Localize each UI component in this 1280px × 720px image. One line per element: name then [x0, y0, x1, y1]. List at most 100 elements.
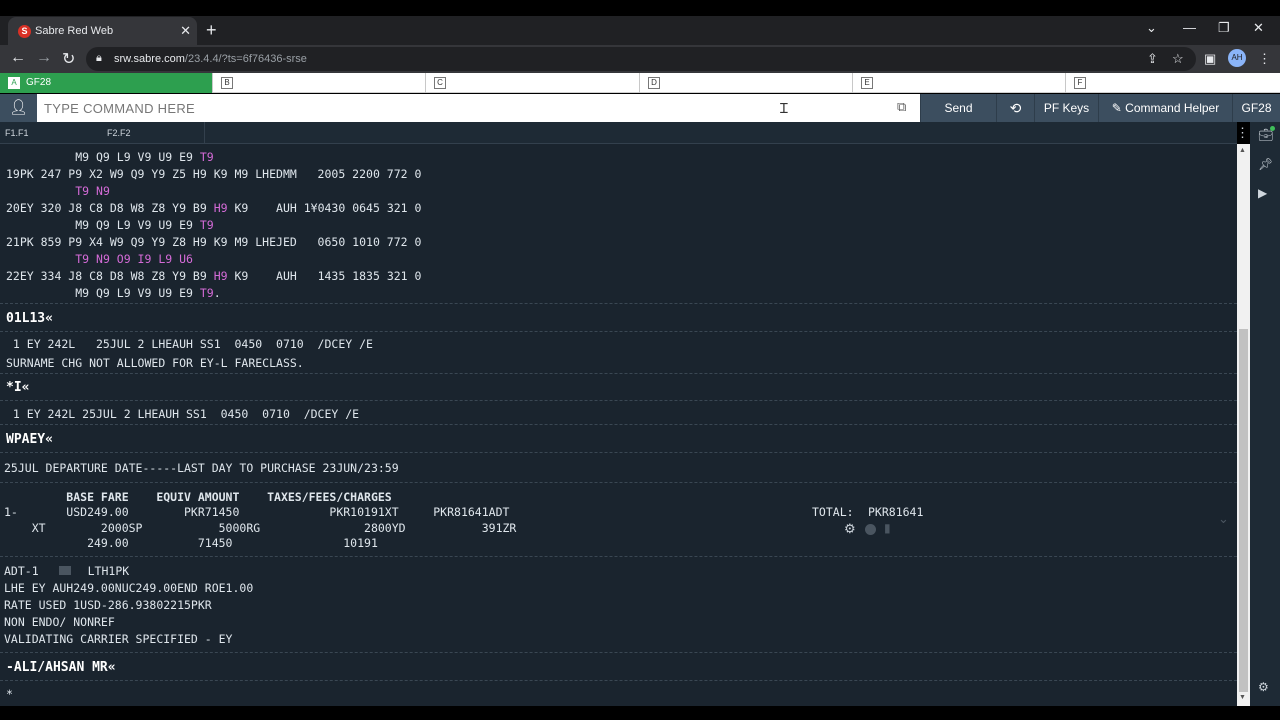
user-icon[interactable]: 👤︎	[0, 94, 37, 122]
availability-line: M9 Q9 L9 V9 U9 E9 T9	[6, 150, 214, 164]
history-icon[interactable]: ⟲	[996, 94, 1034, 122]
response-divider	[0, 652, 1237, 653]
settings-icon[interactable]: ⚙	[1258, 680, 1269, 694]
response-divider	[0, 373, 1237, 374]
terminal-prompt[interactable]: *	[6, 687, 13, 703]
work-area-a[interactable]: A GF28	[0, 73, 213, 93]
availability-line: M9 Q9 L9 V9 U9 E9 T9.	[6, 286, 221, 300]
browser-tab[interactable]: S Sabre Red Web ✕	[8, 17, 197, 45]
response-divider	[0, 400, 1237, 401]
availability-line: M9 Q9 L9 V9 U9 E9 T9	[6, 218, 214, 232]
bookmark-icon[interactable]: ▮	[884, 521, 891, 535]
surname-message: SURNAME CHG NOT ALLOWED FOR EY-L FARECLA…	[6, 356, 304, 370]
profile-avatar[interactable]: AH	[1228, 49, 1246, 67]
chevron-down-icon[interactable]: ⌄	[1218, 511, 1229, 527]
pcc-button[interactable]: GF28	[1232, 94, 1280, 122]
adt-label: ADT-1	[4, 564, 39, 578]
availability-line: T9 N9	[75, 184, 110, 198]
availability-line: 22EY 334 J8 C8 D8 W8 Z8 Y9 B9 H9 K9 AUH …	[6, 269, 422, 283]
divider	[204, 122, 205, 144]
validating-carrier-line: VALIDATING CARRIER SPECIFIED - EY	[4, 632, 233, 646]
f2-key[interactable]: F2.F2	[107, 128, 131, 138]
function-key-bar: F1.F1 F2.F2 ⋮	[0, 122, 1249, 144]
work-area-letter: C	[434, 77, 446, 89]
fare-row: XT 2000SP 5000RG 2800YD 391ZR	[4, 521, 517, 535]
forward-icon[interactable]: →	[36, 49, 52, 67]
work-area-d[interactable]: D	[640, 73, 853, 93]
command-helper-button[interactable]: ✎ Command Helper	[1098, 94, 1232, 122]
work-area-letter: A	[8, 77, 20, 89]
response-divider	[0, 680, 1237, 681]
fare-row: 249.00 71450 10191	[4, 536, 378, 550]
availability-line: 21PK 859 P9 X4 W9 Q9 Y9 Z8 H9 K9 M9 LHEJ…	[6, 235, 422, 249]
f1-key[interactable]: F1.F1	[5, 128, 29, 138]
back-icon[interactable]: ←	[10, 49, 26, 67]
fare-row: 1- USD249.00 PKR71450 PKR10191XT PKR8164…	[4, 505, 510, 519]
pf-keys-button[interactable]: PF Keys	[1034, 94, 1098, 122]
address-bar-row: ← → ↻ 🔒︎ srw.sabre.com/23.4.4/?ts=6f7643…	[0, 45, 1280, 73]
response-divider	[0, 482, 1237, 483]
sell-response-line: 1 EY 242L 25JUL 2 LHEAUH SS1 0450 0710 /…	[6, 337, 373, 351]
work-area-letter: F	[1074, 77, 1086, 89]
entered-command[interactable]: -ALI/AHSAN MR«	[6, 660, 116, 675]
itinerary-line: 1 EY 242L 25JUL 2 LHEAUH SS1 0450 0710 /…	[6, 407, 360, 421]
response-divider	[0, 303, 1237, 304]
response-divider	[0, 452, 1237, 453]
pin-icon[interactable]: 📌︎	[1258, 157, 1273, 171]
terminal-scrollbar[interactable]: ▲ ▼	[1237, 144, 1250, 706]
bookmark-star-icon[interactable]: ☆	[1172, 51, 1184, 67]
send-button[interactable]: Send	[920, 94, 996, 122]
work-area-c[interactable]: C	[426, 73, 640, 93]
share-icon[interactable]: ⇪	[1147, 51, 1158, 67]
work-area-b[interactable]: B	[213, 73, 426, 93]
minimize-icon[interactable]: —	[1183, 20, 1196, 35]
last-day-to-purchase: 25JUL DEPARTURE DATE-----LAST DAY TO PUR…	[4, 461, 399, 475]
total-value: PKR81641	[868, 505, 924, 519]
work-area-letter: E	[861, 77, 873, 89]
availability-line: T9 N9 O9 I9 L9 U6	[75, 252, 193, 266]
url-path: /23.4.4/?ts=6f76436-srse	[184, 53, 307, 65]
work-area-label: GF28	[26, 77, 52, 88]
play-icon[interactable]: ▶	[1258, 186, 1267, 200]
terminal-output: M9 Q9 L9 V9 U9 E9 T9 19PK 247 P9 X2 W9 Q…	[0, 144, 1237, 706]
settings-gear-icon[interactable]: ⚙	[844, 521, 856, 537]
sabre-favicon-icon: S	[18, 25, 31, 38]
notification-dot	[1270, 126, 1275, 131]
status-dot-icon[interactable]	[865, 524, 876, 535]
right-tool-panel: 💼︎ 📌︎ ▶ ⚙	[1250, 122, 1280, 706]
fare-header: BASE FARE EQUIV AMOUNT TAXES/FEES/CHARGE…	[4, 490, 392, 504]
lock-icon: 🔒︎	[96, 52, 102, 64]
tab-search-icon[interactable]: ⌄	[1146, 20, 1157, 36]
scroll-up-icon[interactable]: ▲	[1239, 147, 1246, 154]
command-helper-label: Command Helper	[1125, 101, 1220, 115]
side-panel-icon[interactable]: ▣	[1204, 51, 1216, 67]
response-divider	[0, 424, 1237, 425]
scrollbar-thumb[interactable]	[1239, 329, 1248, 692]
entered-command[interactable]: WPAEY«	[6, 432, 53, 447]
work-area-e[interactable]: E	[853, 73, 1066, 93]
popout-icon[interactable]: ⧉	[897, 99, 906, 115]
response-divider	[0, 331, 1237, 332]
rate-line: RATE USED 1USD-286.93802215PKR	[4, 598, 212, 612]
work-area-letter: B	[221, 77, 233, 89]
more-options-icon[interactable]: ⋮	[1236, 125, 1249, 141]
work-area-f[interactable]: F	[1066, 73, 1280, 93]
new-tab-button[interactable]: +	[206, 20, 217, 41]
work-area-letter: D	[648, 77, 660, 89]
close-window-icon[interactable]: ✕	[1253, 20, 1264, 36]
browser-tab-strip: S Sabre Red Web ✕ + ⌄ — ❐ ✕	[0, 16, 1280, 45]
close-tab-icon[interactable]: ✕	[180, 23, 191, 39]
work-area-tabs: A GF28 B C D E F	[0, 73, 1280, 93]
browser-menu-icon[interactable]: ⋮	[1258, 51, 1271, 67]
url-host: srw.sabre.com	[114, 53, 185, 65]
url-field[interactable]: 🔒︎ srw.sabre.com/23.4.4/?ts=6f76436-srse	[86, 47, 1196, 71]
entered-command[interactable]: *I«	[6, 380, 29, 395]
reload-icon[interactable]: ↻	[62, 49, 75, 69]
response-divider	[0, 556, 1237, 557]
text-cursor-icon: Ɪ	[780, 100, 788, 116]
scroll-down-icon[interactable]: ▼	[1239, 694, 1246, 701]
entered-command[interactable]: 01L13«	[6, 311, 53, 326]
restore-icon[interactable]: ❐	[1218, 20, 1230, 36]
lth-label: LTH1PK	[87, 564, 130, 578]
wand-icon: ✎	[1111, 101, 1126, 115]
